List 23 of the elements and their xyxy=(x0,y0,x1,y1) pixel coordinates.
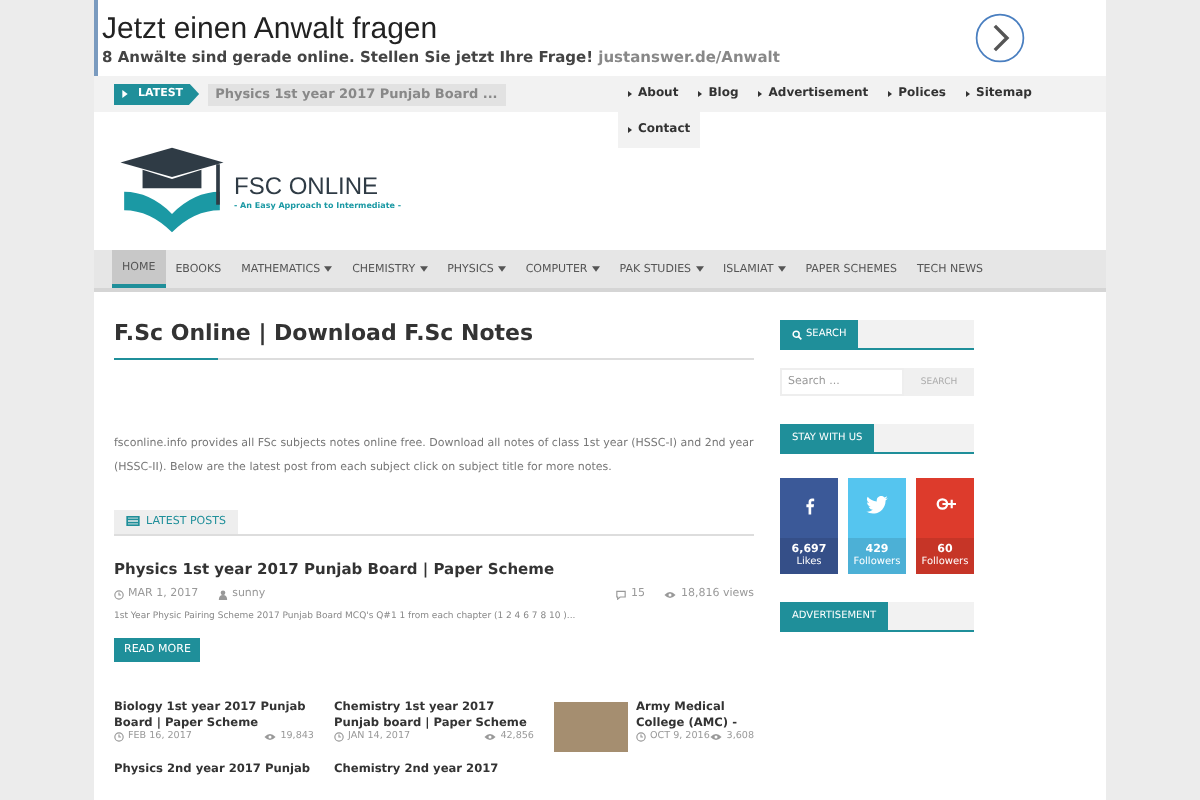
ad-headline: Jetzt einen Anwalt fragen xyxy=(102,11,440,45)
play-icon xyxy=(122,90,128,98)
triangle-right-icon xyxy=(758,90,763,98)
user-icon xyxy=(218,589,229,599)
eye-icon xyxy=(710,732,723,742)
triangle-right-icon xyxy=(698,90,703,98)
search-icon xyxy=(792,329,802,339)
clock-icon xyxy=(334,732,344,742)
bird-icon xyxy=(866,496,888,514)
page-title: F.Sc Online | Download F.Sc Notes xyxy=(114,320,536,346)
eye-icon xyxy=(264,732,277,742)
list-icon xyxy=(126,516,140,526)
clock-icon xyxy=(114,589,124,599)
clock-icon xyxy=(636,732,646,742)
comment-icon xyxy=(616,589,627,599)
clock-icon xyxy=(114,732,124,742)
facebook-icon xyxy=(803,496,815,516)
logo-title: FSC ONLINE xyxy=(234,171,381,199)
eye-icon xyxy=(664,589,677,599)
triangle-right-icon xyxy=(888,90,893,98)
eye-icon xyxy=(484,732,497,742)
google-plus-icon xyxy=(935,496,955,512)
chevron-right-icon[interactable] xyxy=(974,12,1026,64)
